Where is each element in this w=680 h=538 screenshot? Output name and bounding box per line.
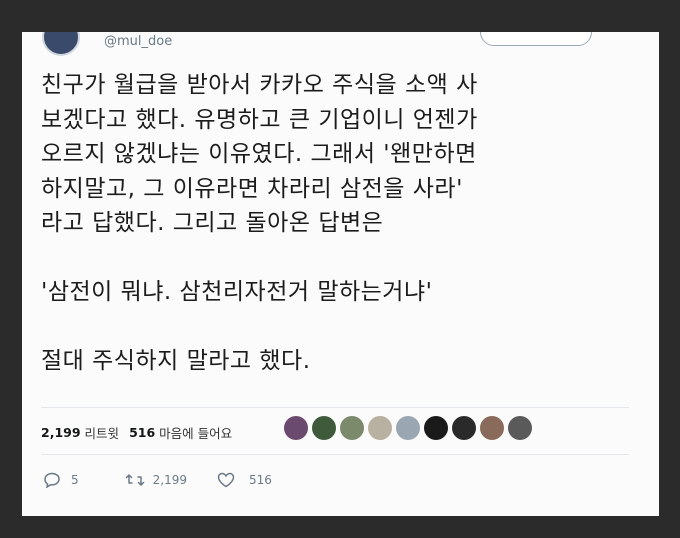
liker-avatar[interactable]: [424, 416, 448, 440]
liker-avatar[interactable]: [368, 416, 392, 440]
divider: [41, 454, 629, 455]
heart-icon: [217, 472, 235, 488]
tweet-actions: 5 2,199 516: [43, 472, 272, 488]
retweet-count[interactable]: 2,199: [41, 425, 81, 440]
liker-avatar[interactable]: [508, 416, 532, 440]
like-button[interactable]: 516: [217, 472, 272, 488]
like-count[interactable]: 516: [129, 425, 155, 440]
like-action-count: 516: [249, 473, 272, 487]
liker-avatar[interactable]: [396, 416, 420, 440]
tweet-stats: 2,199 리트윗 516 마음에 들어요: [41, 422, 236, 442]
reply-count: 5: [71, 473, 79, 487]
divider: [41, 407, 629, 408]
follow-button[interactable]: [480, 32, 592, 46]
reply-icon: [44, 472, 60, 488]
liker-avatar[interactable]: [312, 416, 336, 440]
like-label[interactable]: 마음에 들어요: [159, 423, 232, 442]
liker-avatar[interactable]: [480, 416, 504, 440]
liker-avatar[interactable]: [340, 416, 364, 440]
retweet-button[interactable]: 2,199: [125, 472, 187, 488]
retweet-action-count: 2,199: [152, 473, 187, 487]
liker-avatar[interactable]: [452, 416, 476, 440]
retweet-label[interactable]: 리트윗: [85, 423, 120, 442]
user-handle[interactable]: @mul_doe: [104, 34, 172, 49]
tweet-text: 친구가 월급을 받아서 카카오 주식을 소액 사 보겠다고 했다. 유명하고 큰…: [41, 72, 478, 374]
liker-avatars: [284, 416, 532, 440]
retweet-icon: [125, 474, 144, 486]
reply-button[interactable]: 5: [43, 472, 79, 488]
tweet-card: @mul_doe 친구가 월급을 받아서 카카오 주식을 소액 사 보겠다고 했…: [22, 32, 659, 516]
avatar[interactable]: [42, 32, 80, 56]
liker-avatar[interactable]: [284, 416, 308, 440]
